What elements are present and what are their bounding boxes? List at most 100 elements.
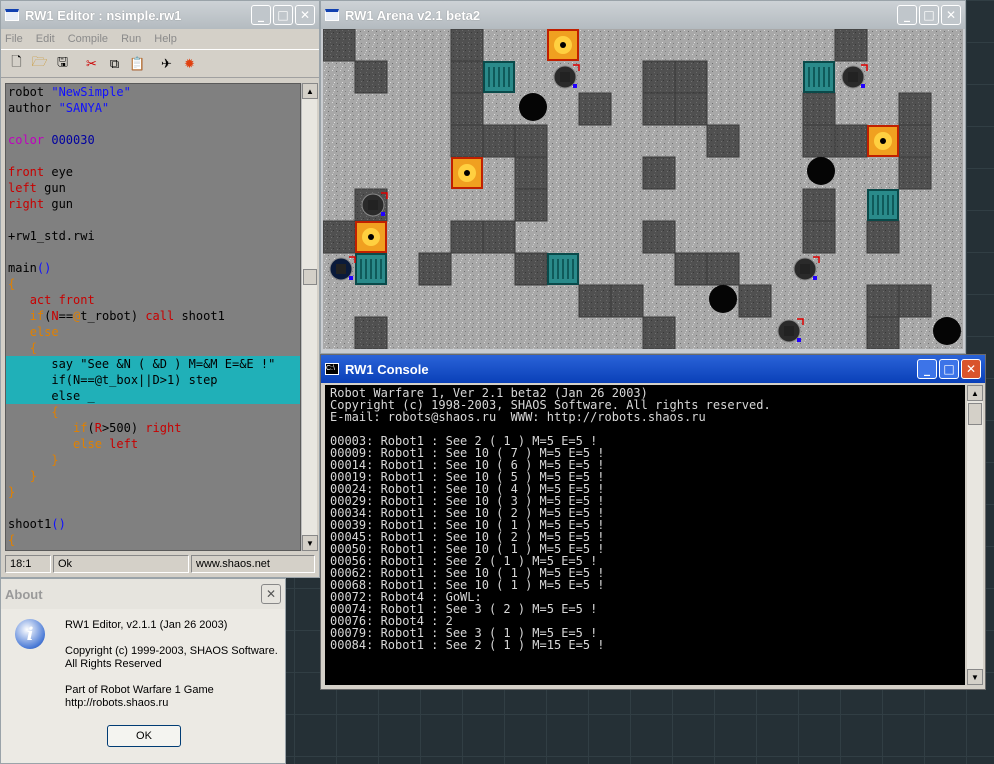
wall-block bbox=[514, 252, 548, 286]
code-line[interactable]: else bbox=[6, 324, 300, 340]
new-file-icon[interactable]: 🗋 bbox=[5, 53, 28, 75]
save-icon[interactable]: 🖫 bbox=[51, 53, 74, 75]
pit-hole bbox=[519, 93, 547, 121]
console-scrollbar[interactable]: ▲ ▼ bbox=[967, 385, 983, 685]
close-button[interactable]: ✕ bbox=[961, 359, 981, 379]
code-token: call bbox=[145, 309, 182, 323]
maximize-button[interactable]: □ bbox=[919, 5, 939, 25]
code-line[interactable] bbox=[6, 116, 300, 132]
code-line[interactable]: { bbox=[6, 532, 300, 548]
code-line[interactable]: author "SANYA" bbox=[6, 100, 300, 116]
cursor-position: 18:1 bbox=[5, 555, 51, 573]
minimize-button[interactable]: _ bbox=[917, 359, 937, 379]
code-token: { bbox=[29, 341, 37, 355]
pit-hole bbox=[807, 157, 835, 185]
wall-block bbox=[354, 316, 388, 349]
menu-edit[interactable]: Edit bbox=[36, 33, 55, 45]
code-token: right bbox=[8, 197, 52, 211]
code-line[interactable]: +rw1_std.rwi bbox=[6, 228, 300, 244]
code-line[interactable]: front eye bbox=[6, 164, 300, 180]
code-line[interactable]: { bbox=[6, 340, 300, 356]
close-button[interactable]: ✕ bbox=[261, 584, 281, 604]
code-token: author bbox=[8, 101, 59, 115]
code-line[interactable]: if(N==@t_box||D>1) step bbox=[6, 372, 300, 388]
code-token: +rw1_std.rwi bbox=[8, 229, 95, 243]
run-icon[interactable]: ✹ bbox=[178, 53, 201, 75]
info-icon: i bbox=[15, 619, 45, 649]
scroll-down-arrow[interactable]: ▼ bbox=[302, 535, 318, 551]
wall-block bbox=[323, 220, 356, 254]
menu-compile[interactable]: Compile bbox=[68, 33, 108, 45]
scroll-up-arrow[interactable]: ▲ bbox=[967, 385, 983, 401]
wall-block bbox=[738, 284, 772, 318]
code-line[interactable]: robot "NewSimple" bbox=[6, 84, 300, 100]
code-token: } bbox=[8, 485, 16, 499]
menu-help[interactable]: Help bbox=[154, 33, 177, 45]
code-token: { bbox=[51, 405, 59, 419]
menu-run[interactable]: Run bbox=[121, 33, 141, 45]
wall-block bbox=[354, 60, 388, 94]
wall-block bbox=[578, 92, 612, 126]
code-line[interactable]: main() bbox=[6, 260, 300, 276]
console-titlebar[interactable]: C:\ RW1 Console _ □ ✕ bbox=[321, 355, 985, 383]
scroll-thumb[interactable] bbox=[303, 269, 317, 285]
open-folder-icon[interactable]: 🗁 bbox=[28, 53, 51, 75]
code-token: gun bbox=[44, 181, 66, 195]
code-line[interactable]: act front bbox=[6, 292, 300, 308]
close-button[interactable]: ✕ bbox=[295, 5, 315, 25]
editor-statusbar: 18:1 Ok www.shaos.net bbox=[5, 555, 317, 573]
code-line[interactable]: } bbox=[6, 484, 300, 500]
code-line[interactable]: left gun bbox=[6, 180, 300, 196]
editor-menubar: File Edit Compile Run Help bbox=[1, 29, 319, 49]
code-line[interactable]: else _ bbox=[6, 388, 300, 404]
code-line[interactable]: { bbox=[6, 276, 300, 292]
wall-block bbox=[418, 252, 452, 286]
wall-block bbox=[802, 92, 836, 126]
code-line[interactable]: } bbox=[6, 468, 300, 484]
code-token: "SANYA" bbox=[58, 101, 110, 115]
compile-icon[interactable]: ✈ bbox=[155, 53, 178, 75]
code-line[interactable]: if(R>500) right bbox=[6, 420, 300, 436]
code-line[interactable] bbox=[6, 244, 300, 260]
scroll-down-arrow[interactable]: ▼ bbox=[967, 669, 983, 685]
code-token: eye bbox=[51, 165, 74, 179]
code-editor[interactable]: robot "NewSimple" author "SANYA" color 000… bbox=[5, 83, 301, 551]
code-line[interactable]: if(N==@t_robot) call shoot1 bbox=[6, 308, 300, 324]
code-line[interactable]: right gun bbox=[6, 196, 300, 212]
menu-file[interactable]: File bbox=[5, 33, 23, 45]
code-line[interactable] bbox=[6, 148, 300, 164]
code-token: } bbox=[51, 453, 59, 467]
copy-icon[interactable]: ⧉ bbox=[103, 53, 126, 75]
minimize-button[interactable]: _ bbox=[251, 5, 271, 25]
arena-titlebar[interactable]: RW1 Arena v2.1 beta2 _ □ ✕ bbox=[321, 1, 965, 29]
code-line[interactable]: { bbox=[6, 404, 300, 420]
wall-block bbox=[450, 92, 484, 126]
code-line[interactable]: shoot1() bbox=[6, 516, 300, 532]
code-token: >500) bbox=[101, 421, 146, 435]
ok-button[interactable]: OK bbox=[107, 725, 181, 747]
maximize-button[interactable]: □ bbox=[273, 5, 293, 25]
code-line[interactable]: color 000030 bbox=[6, 132, 300, 148]
radiation-icon bbox=[355, 221, 387, 253]
code-token: left bbox=[8, 181, 45, 195]
maximize-button[interactable]: □ bbox=[939, 359, 959, 379]
editor-scrollbar[interactable]: ▲ ▼ bbox=[301, 83, 318, 551]
arena-window: RW1 Arena v2.1 beta2 _ □ ✕ bbox=[320, 0, 966, 354]
code-line[interactable]: } bbox=[6, 452, 300, 468]
scroll-thumb[interactable] bbox=[968, 403, 982, 425]
about-titlebar[interactable]: About ✕ bbox=[1, 579, 285, 609]
window-icon bbox=[5, 9, 19, 21]
code-line[interactable]: say "See &N ( &D ) M=&M E=&E !" bbox=[6, 356, 300, 372]
paste-icon[interactable]: 📋 bbox=[126, 53, 149, 75]
minimize-button[interactable]: _ bbox=[897, 5, 917, 25]
code-line[interactable] bbox=[6, 212, 300, 228]
code-line[interactable] bbox=[6, 500, 300, 516]
code-line[interactable]: else left bbox=[6, 436, 300, 452]
editor-titlebar[interactable]: RW1 Editor : nsimple.rw1 _ □ ✕ bbox=[1, 1, 319, 29]
about-copyright: Copyright (c) 1999-2003, SHAOS Software. bbox=[65, 645, 278, 657]
code-token: say "See &N ( &D ) M=&M E=&E !" bbox=[8, 357, 276, 371]
cut-icon[interactable]: ✂ bbox=[80, 53, 103, 75]
scroll-up-arrow[interactable]: ▲ bbox=[302, 83, 318, 99]
close-button[interactable]: ✕ bbox=[941, 5, 961, 25]
